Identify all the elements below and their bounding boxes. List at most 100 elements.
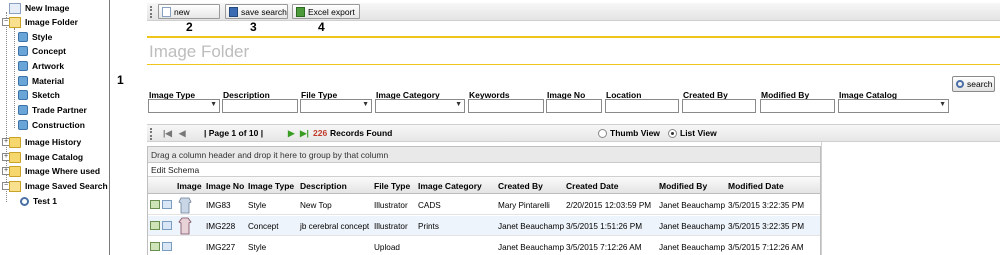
folder-icon: [9, 136, 21, 148]
cell-file-type: Illustrator: [374, 222, 408, 231]
tree-item-image-folder[interactable]: Image Folder: [9, 15, 78, 29]
tree-item-label: Test 1: [33, 196, 57, 206]
modified-by-input[interactable]: [760, 99, 835, 113]
tree-item-label: Concept: [32, 46, 66, 56]
tree-item-test-1[interactable]: Test 1: [20, 194, 57, 208]
image-thumbnail[interactable]: [178, 196, 192, 214]
column-header-image-category[interactable]: Image Category: [418, 181, 482, 191]
table-row[interactable]: IMG227 Style Upload Janet Beauchamp 3/5/…: [148, 237, 820, 255]
tree-item-image-where-used[interactable]: Image Where used: [9, 164, 100, 178]
tree-item-material[interactable]: Material: [18, 74, 64, 88]
image-thumbnail[interactable]: [178, 217, 192, 235]
group-by-area[interactable]: Drag a column header and drop it here to…: [148, 147, 820, 163]
column-header-description[interactable]: Description: [300, 181, 347, 191]
column-header-created-date[interactable]: Created Date: [566, 181, 618, 191]
tree-item-label: Image Where used: [25, 166, 101, 176]
tree-item-new-image[interactable]: New Image: [9, 1, 69, 15]
tree-item-image-history[interactable]: Image History: [9, 135, 81, 149]
column-header-file-type[interactable]: File Type: [374, 181, 410, 191]
description-input[interactable]: [222, 99, 298, 113]
search-icon: [956, 80, 964, 88]
image-type-select[interactable]: [148, 99, 220, 113]
cell-created-by: Janet Beauchamp: [498, 222, 564, 231]
view-image-icon[interactable]: [162, 242, 172, 251]
last-page-icon[interactable]: ▶|: [300, 128, 309, 139]
first-page-icon[interactable]: |◀: [163, 128, 172, 139]
tree-connector: [14, 28, 15, 128]
cell-image-type: Style: [248, 243, 267, 252]
node-icon: [18, 46, 28, 56]
open-record-icon[interactable]: [150, 242, 160, 251]
image-catalog-select[interactable]: [838, 99, 949, 113]
new-image-icon: [9, 2, 21, 14]
pager-bar: |◀ ◀ | Page 1 of 10 | ▶ ▶| 226 Records F…: [147, 124, 1000, 142]
tree-item-label: Trade Partner: [32, 105, 87, 115]
image-no-input[interactable]: [546, 99, 602, 113]
tree-item-artwork[interactable]: Artwork: [18, 59, 64, 73]
table-row[interactable]: IMG83 Style New Top Illustrator CADS Mar…: [148, 195, 820, 215]
view-image-icon[interactable]: [162, 221, 172, 230]
column-header-image-no[interactable]: Image No: [206, 181, 244, 191]
search-button[interactable]: search: [952, 76, 995, 92]
tree-item-label: New Image: [25, 3, 70, 13]
thumb-view-radio[interactable]: [598, 129, 607, 138]
row-actions: [150, 200, 172, 209]
panel-divider: [821, 142, 822, 255]
thumb-view-label: Thumb View: [610, 128, 660, 138]
cell-image-no: IMG228: [206, 222, 236, 231]
page-title: Image Folder: [149, 42, 250, 61]
search-button-label: search: [967, 79, 993, 89]
tree-item-sketch[interactable]: Sketch: [18, 88, 60, 102]
open-record-icon[interactable]: [150, 200, 160, 209]
new-button[interactable]: new: [158, 4, 220, 19]
tree-item-label: Material: [32, 76, 65, 86]
next-page-icon[interactable]: ▶: [288, 128, 295, 139]
location-input[interactable]: [605, 99, 679, 113]
tree-item-label: Style: [32, 32, 53, 42]
tree-item-image-saved-search[interactable]: Image Saved Search: [9, 179, 108, 193]
folder-icon: [9, 165, 21, 177]
save-search-button[interactable]: save search: [225, 4, 288, 19]
navigation-tree: New Image − Image Folder Style Concept A…: [0, 0, 110, 255]
cell-modified-by: Janet Beauchamp: [659, 222, 725, 231]
table-row[interactable]: IMG228 Concept jb cerebral concept Illus…: [148, 216, 820, 236]
magnifier-icon: [20, 196, 29, 206]
column-header-created-by[interactable]: Created By: [498, 181, 543, 191]
column-header-modified-date[interactable]: Modified Date: [728, 181, 784, 191]
pager-grip[interactable]: [150, 128, 152, 140]
page-indicator: | Page 1 of 10 |: [204, 128, 264, 138]
results-grid: Drag a column header and drop it here to…: [147, 146, 821, 255]
records-found-label: Records Found: [330, 128, 393, 138]
node-icon: [18, 105, 28, 115]
tree-item-construction[interactable]: Construction: [18, 118, 85, 132]
cell-modified-date: 3/5/2015 3:22:35 PM: [728, 222, 805, 231]
toolbar-grip[interactable]: [150, 6, 152, 18]
tree-item-concept[interactable]: Concept: [18, 44, 66, 58]
cell-created-date: 3/5/2015 1:51:26 PM: [566, 222, 643, 231]
cell-created-date: 2/20/2015 12:03:59 PM: [566, 201, 652, 210]
tree-item-trade-partner[interactable]: Trade Partner: [18, 103, 87, 117]
excel-export-button[interactable]: Excel export: [292, 4, 360, 19]
cell-description: jb cerebral concept: [300, 222, 370, 231]
file-type-select[interactable]: [300, 99, 372, 113]
keywords-input[interactable]: [468, 99, 544, 113]
excel-icon: [296, 6, 305, 17]
column-header-modified-by[interactable]: Modified By: [659, 181, 707, 191]
created-by-input[interactable]: [682, 99, 756, 113]
view-image-icon[interactable]: [162, 200, 172, 209]
node-icon: [18, 61, 28, 71]
column-header-image[interactable]: Image: [177, 181, 202, 191]
open-record-icon[interactable]: [150, 221, 160, 230]
previous-page-icon[interactable]: ◀: [179, 128, 186, 139]
grid-header: Image Image No Image Type Description Fi…: [148, 176, 820, 194]
cell-created-by: Mary Pintarelli: [498, 201, 550, 210]
cell-image-type: Concept: [248, 222, 279, 231]
tree-item-image-catalog[interactable]: Image Catalog: [9, 150, 83, 164]
image-category-select[interactable]: [375, 99, 465, 113]
column-header-image-type[interactable]: Image Type: [248, 181, 294, 191]
list-view-radio[interactable]: [668, 129, 677, 138]
excel-export-label: Excel export: [308, 6, 355, 17]
edit-schema-link[interactable]: Edit Schema: [148, 164, 820, 176]
header-divider: [147, 64, 1000, 65]
tree-item-style[interactable]: Style: [18, 30, 52, 44]
